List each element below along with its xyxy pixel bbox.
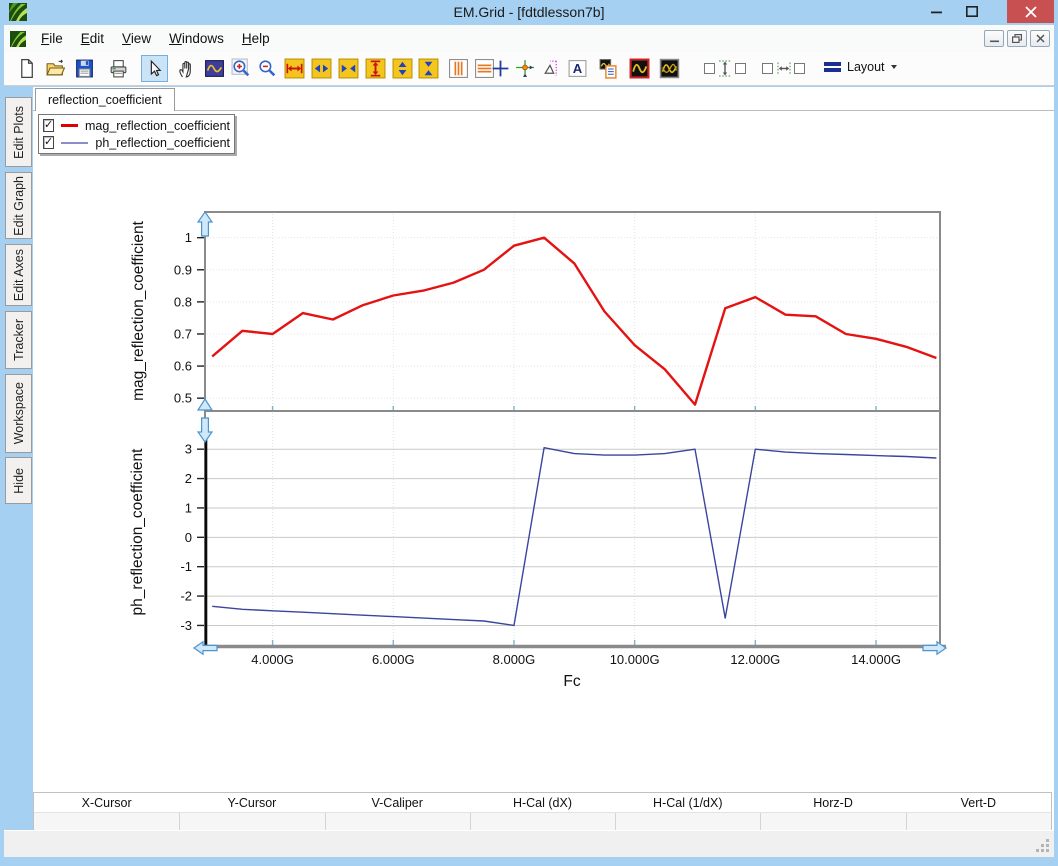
readout-header: Y-Cursor — [179, 796, 324, 810]
pan-down-arrow[interactable] — [198, 418, 212, 442]
tracker-readout: X-Cursor Y-Cursor V-Caliper H-Cal (dX) H… — [33, 792, 1052, 831]
readout-value — [615, 813, 760, 830]
readout-header: V-Caliper — [325, 796, 470, 810]
x-tick-label: 4.000G — [251, 652, 294, 667]
y-axis-label-ph: ph_reflection_coefficient — [129, 449, 147, 616]
x-tick-label: 10.000G — [610, 652, 660, 667]
x-axis-label: Fc — [563, 673, 580, 691]
x-tick-label: 6.000G — [372, 652, 415, 667]
readout-headers: X-Cursor Y-Cursor V-Caliper H-Cal (dX) H… — [34, 793, 1051, 813]
legend-box: ✓ mag_reflection_coefficient ✓ ph_reflec… — [38, 114, 235, 154]
legend-label-mag: mag_reflection_coefficient — [85, 119, 230, 133]
series-ph_reflection_coefficient — [212, 448, 936, 626]
x-tick-label: 12.000G — [730, 652, 780, 667]
readout-header: H-Cal (1/dX) — [615, 796, 760, 810]
legend-item: ✓ ph_reflection_coefficient — [43, 134, 230, 151]
readout-header: H-Cal (dX) — [470, 796, 615, 810]
resize-grip[interactable] — [1035, 838, 1049, 852]
y-tick-label: 1 — [185, 500, 192, 515]
axis-pan-arrows[interactable] — [194, 212, 946, 654]
legend-swatch-mag — [61, 124, 78, 127]
readout-value — [325, 813, 470, 830]
status-bar — [4, 830, 1054, 857]
readout-value — [34, 813, 179, 830]
gridlines — [207, 214, 938, 644]
series-mag_reflection_coefficient — [212, 238, 936, 405]
readout-value — [760, 813, 905, 830]
axes: 1 0.9 0.8 0.7 0.6 0.5 3 2 1 0 -1 -2 -3 4.000G 6.000G 8.… — [174, 212, 946, 667]
y-tick-label: 0 — [185, 530, 192, 545]
y-tick-label: 0.7 — [174, 326, 192, 341]
y-tick-label: 0.5 — [174, 391, 192, 406]
x-tick-label: 8.000G — [493, 652, 536, 667]
x-tick-label: 14.000G — [851, 652, 901, 667]
legend-item: ✓ mag_reflection_coefficient — [43, 117, 230, 134]
y-tick-label: 0.8 — [174, 294, 192, 309]
pan-up-arrowhead[interactable] — [198, 399, 212, 410]
y-tick-label: 0.9 — [174, 262, 192, 277]
y-tick-label: -2 — [180, 589, 192, 604]
readout-header: Horz-D — [760, 796, 905, 810]
y-axis-label-mag: mag_reflection_coefficient — [130, 221, 148, 401]
app-window: { "window": { "title": "EM.Grid - [fdtdl… — [0, 0, 1058, 866]
series-curves — [212, 238, 936, 626]
readout-values — [34, 813, 1051, 830]
y-tick-label: -1 — [180, 559, 192, 574]
plot-workspace: 1 0.9 0.8 0.7 0.6 0.5 3 2 1 0 -1 -2 -3 4.000G 6.000G 8.… — [33, 87, 1054, 830]
y-tick-label: 3 — [185, 442, 192, 457]
pan-up-arrow[interactable] — [198, 212, 212, 236]
y-tick-label: 1 — [185, 230, 192, 245]
readout-value — [179, 813, 324, 830]
legend-label-ph: ph_reflection_coefficient — [95, 136, 230, 150]
pan-right-arrow[interactable] — [923, 642, 946, 654]
y-tick-label: -3 — [180, 618, 192, 633]
y-tick-label: 2 — [185, 471, 192, 486]
tab-strip-divider — [33, 110, 1054, 111]
readout-header: Vert-D — [906, 796, 1051, 810]
readout-header: X-Cursor — [34, 796, 179, 810]
readout-value — [906, 813, 1051, 830]
legend-checkbox-mag[interactable]: ✓ — [43, 119, 54, 132]
tab-reflection-coefficient[interactable]: reflection_coefficient — [35, 88, 175, 111]
y-tick-label: 0.6 — [174, 359, 192, 374]
legend-swatch-ph — [61, 142, 88, 144]
legend-checkbox-ph[interactable]: ✓ — [43, 136, 54, 149]
readout-value — [470, 813, 615, 830]
